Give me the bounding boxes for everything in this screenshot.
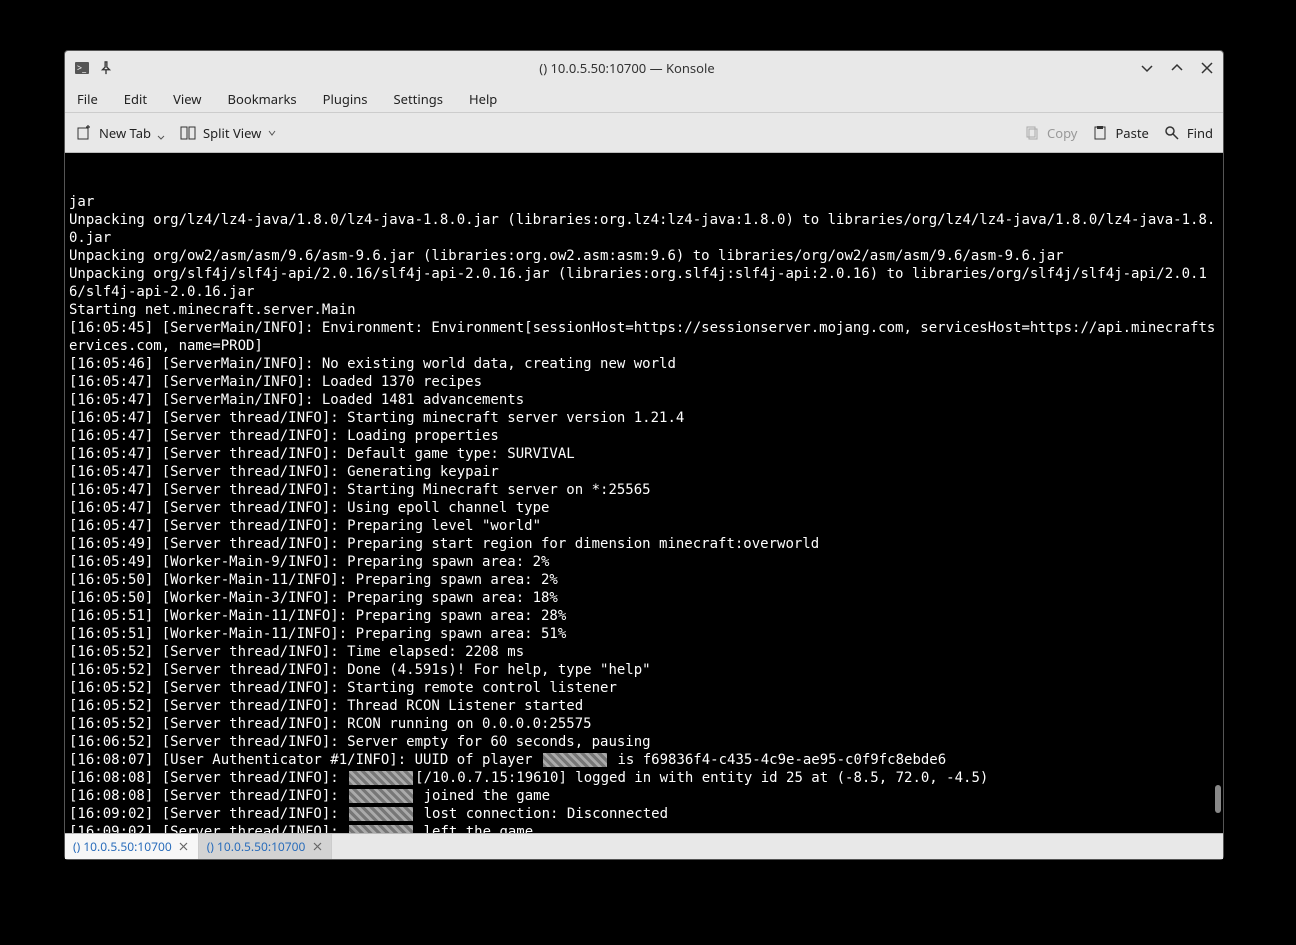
- split-view-button[interactable]: Split View: [179, 124, 277, 142]
- terminal-line: [16:05:47] [Server thread/INFO]: Default…: [69, 445, 1219, 463]
- paste-icon: [1091, 124, 1109, 142]
- window-title: () 10.0.5.50:10700 — Konsole: [115, 59, 1139, 77]
- pin-icon[interactable]: [97, 59, 115, 77]
- terminal-scrollbar[interactable]: [1213, 153, 1221, 833]
- terminal-line: Unpacking org/slf4j/slf4j-api/2.0.16/slf…: [69, 265, 1219, 301]
- terminal-line: Starting net.minecraft.server.Main: [69, 301, 1219, 319]
- chevron-down-icon: [157, 134, 165, 142]
- terminal-line: [16:08:07] [User Authenticator #1/INFO]:…: [69, 751, 1219, 769]
- copy-icon: [1023, 124, 1041, 142]
- paste-label: Paste: [1115, 124, 1148, 142]
- maximize-button[interactable]: [1169, 60, 1185, 76]
- chevron-down-icon: [267, 128, 277, 138]
- menu-edit[interactable]: Edit: [120, 88, 151, 110]
- terminal-view[interactable]: jarUnpacking org/lz4/lz4-java/1.8.0/lz4-…: [65, 153, 1223, 833]
- terminal-line: [16:05:47] [ServerMain/INFO]: Loaded 137…: [69, 373, 1219, 391]
- tabbar: () 10.0.5.50:10700 () 10.0.5.50:10700: [65, 833, 1223, 859]
- terminal-line: [16:05:49] [Server thread/INFO]: Prepari…: [69, 535, 1219, 553]
- redacted-username: [349, 789, 413, 803]
- terminal-line: [16:05:52] [Server thread/INFO]: Done (4…: [69, 661, 1219, 679]
- close-icon[interactable]: [311, 841, 323, 853]
- new-tab-label: New Tab: [99, 124, 151, 142]
- terminal-line: Unpacking org/ow2/asm/asm/9.6/asm-9.6.ja…: [69, 247, 1219, 265]
- find-button[interactable]: Find: [1163, 124, 1213, 142]
- close-button[interactable]: [1199, 60, 1215, 76]
- terminal-line: [16:09:02] [Server thread/INFO]: lost co…: [69, 805, 1219, 823]
- terminal-line: [16:05:47] [Server thread/INFO]: Prepari…: [69, 517, 1219, 535]
- paste-button[interactable]: Paste: [1091, 124, 1148, 142]
- tab-2[interactable]: () 10.0.5.50:10700: [199, 834, 333, 859]
- terminal-line: [16:05:47] [Server thread/INFO]: Loading…: [69, 427, 1219, 445]
- terminal-line: [16:05:50] [Worker-Main-3/INFO]: Prepari…: [69, 589, 1219, 607]
- copy-button[interactable]: Copy: [1023, 124, 1077, 142]
- menu-file[interactable]: File: [73, 88, 102, 110]
- konsole-window: >_ () 10.0.5.50:10700 — Konsole File Edi…: [64, 50, 1224, 860]
- redacted-username: [349, 807, 413, 821]
- split-view-icon: [179, 124, 197, 142]
- terminal-line: [16:05:47] [Server thread/INFO]: Startin…: [69, 481, 1219, 499]
- terminal-line: [16:05:52] [Server thread/INFO]: RCON ru…: [69, 715, 1219, 733]
- minimize-button[interactable]: [1139, 60, 1155, 76]
- terminal-line: [16:05:52] [Server thread/INFO]: Startin…: [69, 679, 1219, 697]
- terminal-line: [16:05:45] [ServerMain/INFO]: Environmen…: [69, 319, 1219, 355]
- new-tab-button[interactable]: New Tab: [75, 124, 165, 142]
- menubar: File Edit View Bookmarks Plugins Setting…: [65, 85, 1223, 113]
- menu-bookmarks[interactable]: Bookmarks: [224, 88, 301, 110]
- terminal-line: [16:05:47] [ServerMain/INFO]: Loaded 148…: [69, 391, 1219, 409]
- terminal-line: [16:08:08] [Server thread/INFO]: joined …: [69, 787, 1219, 805]
- terminal-line: jar: [69, 193, 1219, 211]
- scrollbar-thumb[interactable]: [1215, 785, 1221, 813]
- menu-settings[interactable]: Settings: [390, 88, 447, 110]
- terminal-line: [16:05:51] [Worker-Main-11/INFO]: Prepar…: [69, 625, 1219, 643]
- terminal-line: [16:08:08] [Server thread/INFO]: [/10.0.…: [69, 769, 1219, 787]
- redacted-username: [543, 753, 607, 767]
- tab-1[interactable]: () 10.0.5.50:10700: [65, 834, 199, 859]
- menu-plugins[interactable]: Plugins: [319, 88, 372, 110]
- find-label: Find: [1187, 124, 1213, 142]
- svg-text:>_: >_: [77, 61, 87, 74]
- app-icon: >_: [73, 59, 91, 77]
- tab-label: () 10.0.5.50:10700: [73, 838, 172, 855]
- redacted-username: [349, 771, 413, 785]
- terminal-line: [16:05:52] [Server thread/INFO]: Time el…: [69, 643, 1219, 661]
- menu-view[interactable]: View: [169, 88, 205, 110]
- redacted-username: [349, 825, 413, 833]
- titlebar: >_ () 10.0.5.50:10700 — Konsole: [65, 51, 1223, 85]
- menu-help[interactable]: Help: [465, 88, 501, 110]
- close-icon[interactable]: [178, 841, 190, 853]
- split-view-label: Split View: [203, 124, 261, 142]
- terminal-line: [16:09:02] [Server thread/INFO]: left th…: [69, 823, 1219, 833]
- tab-label: () 10.0.5.50:10700: [207, 838, 306, 855]
- terminal-line: Unpacking org/lz4/lz4-java/1.8.0/lz4-jav…: [69, 211, 1219, 247]
- terminal-line: [16:05:46] [ServerMain/INFO]: No existin…: [69, 355, 1219, 373]
- copy-label: Copy: [1047, 124, 1077, 142]
- new-tab-icon: [75, 124, 93, 142]
- toolbar: New Tab Split View Copy: [65, 113, 1223, 153]
- terminal-line: [16:05:50] [Worker-Main-11/INFO]: Prepar…: [69, 571, 1219, 589]
- terminal-line: [16:05:49] [Worker-Main-9/INFO]: Prepari…: [69, 553, 1219, 571]
- terminal-line: [16:05:51] [Worker-Main-11/INFO]: Prepar…: [69, 607, 1219, 625]
- terminal-line: [16:05:47] [Server thread/INFO]: Startin…: [69, 409, 1219, 427]
- search-icon: [1163, 124, 1181, 142]
- terminal-line: [16:06:52] [Server thread/INFO]: Server …: [69, 733, 1219, 751]
- terminal-line: [16:05:47] [Server thread/INFO]: Generat…: [69, 463, 1219, 481]
- terminal-line: [16:05:47] [Server thread/INFO]: Using e…: [69, 499, 1219, 517]
- terminal-line: [16:05:52] [Server thread/INFO]: Thread …: [69, 697, 1219, 715]
